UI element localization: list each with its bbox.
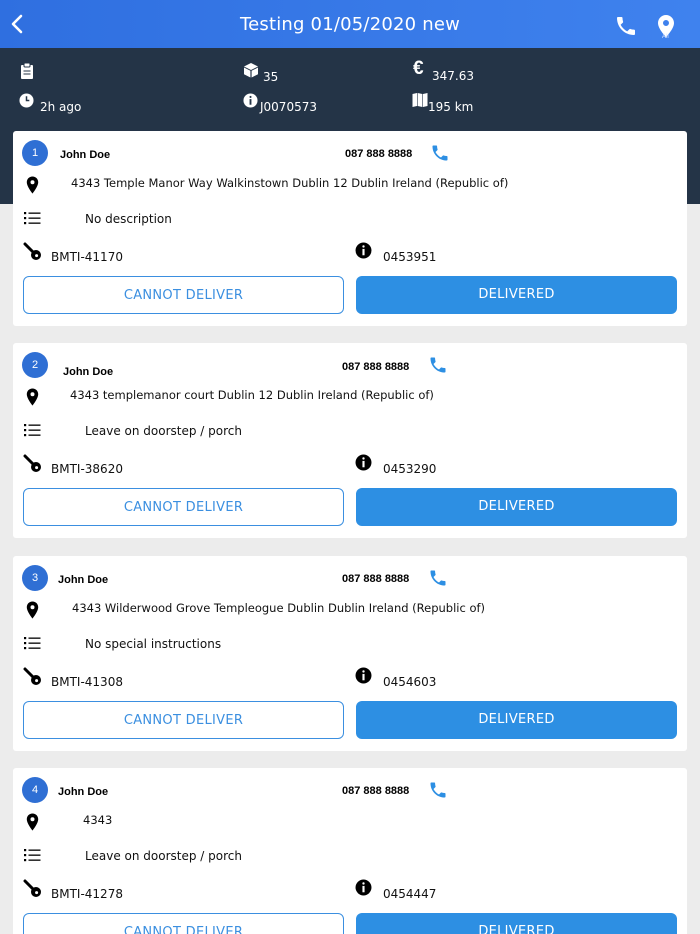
delivery-card: 2 John Doe 087 888 8888 4343 templemanor… [13,343,687,538]
list-icon [24,212,41,225]
clock-icon [19,93,34,108]
key-code: BMTI-41278 [51,887,123,901]
delivery-description: Leave on doorstep / porch [85,849,242,863]
list-icon [24,637,41,650]
map-pin-icon[interactable] [654,13,678,45]
key-icon [23,879,41,897]
cannot-deliver-button[interactable]: CANNOT DELIVER [23,701,344,739]
order-number: 0453951 [383,250,437,264]
key-icon [23,242,41,260]
info-icon [243,93,258,108]
location-pin-icon [26,813,39,831]
stop-number-badge: 4 [22,777,48,803]
delivery-address: 4343 Temple Manor Way Walkinstown Dublin… [71,176,509,190]
phone-icon[interactable] [614,14,638,38]
customer-phone[interactable]: 087 888 8888 [342,573,409,585]
info-icon [355,879,372,896]
key-icon [23,667,41,685]
delivery-address: 4343 templemanor court Dublin 12 Dublin … [70,388,434,402]
delivered-button[interactable]: DELIVERED [356,913,677,934]
cannot-deliver-button[interactable]: CANNOT DELIVER [23,488,344,526]
delivery-description: No special instructions [85,637,222,651]
location-pin-icon [26,601,39,619]
info-icon [355,667,372,684]
key-code: BMTI-41308 [51,675,123,689]
key-icon [23,454,41,472]
call-icon[interactable] [428,780,448,800]
delivery-card: 1 John Doe 087 888 8888 4343 Temple Mano… [13,131,687,326]
customer-phone[interactable]: 087 888 8888 [342,361,409,373]
call-icon[interactable] [428,568,448,588]
key-code: BMTI-38620 [51,462,123,476]
order-number: 0454603 [383,675,437,689]
customer-name: John Doe [60,149,111,161]
summary-parcels: 35 [263,70,279,84]
delivered-button[interactable]: DELIVERED [356,701,677,739]
list-icon [24,424,41,437]
delivery-description: No description [85,212,172,226]
customer-name: John Doe [63,366,114,378]
key-code: BMTI-41170 [51,250,123,264]
list-icon [24,849,41,862]
location-pin-icon [26,388,39,406]
delivered-button[interactable]: DELIVERED [356,276,677,314]
delivery-description: Leave on doorstep / porch [85,424,242,438]
call-icon[interactable] [428,355,448,375]
clipboard-icon [21,62,33,79]
order-number: 0453290 [383,462,437,476]
customer-name: John Doe [58,786,109,798]
delivery-card: 3 John Doe 087 888 8888 4343 Wilderwood … [13,556,687,751]
euro-icon: € [413,58,424,79]
customer-name: John Doe [58,574,109,586]
delivery-address: 4343 Wilderwood Grove Templeogue Dublin … [72,601,486,615]
summary-reference: J0070573 [260,100,317,114]
call-icon[interactable] [430,143,450,163]
customer-phone[interactable]: 087 888 8888 [345,148,412,160]
stop-number-badge: 1 [22,140,48,166]
cannot-deliver-button[interactable]: CANNOT DELIVER [23,276,344,314]
info-icon [355,454,372,471]
top-bar: Testing 01/05/2020 new All [0,0,700,48]
delivered-button[interactable]: DELIVERED [356,488,677,526]
delivery-card: 4 John Doe 087 888 8888 4343 Leave on do… [13,768,687,934]
cannot-deliver-button[interactable]: CANNOT DELIVER [23,913,344,934]
map-pin-label: All [662,34,669,40]
stop-number-badge: 2 [22,352,48,378]
info-icon [355,242,372,259]
order-number: 0454447 [383,887,437,901]
stop-number-badge: 3 [22,565,48,591]
map-icon [412,93,428,107]
summary-amount: 347.63 [432,69,474,83]
box-icon [244,63,258,78]
page-title: Testing 01/05/2020 new [239,14,461,35]
customer-phone[interactable]: 087 888 8888 [342,785,409,797]
summary-time: 2h ago [40,100,82,114]
location-pin-icon [26,176,39,194]
delivery-address: 4343 [83,813,113,827]
summary-distance: 195 km [428,100,474,114]
